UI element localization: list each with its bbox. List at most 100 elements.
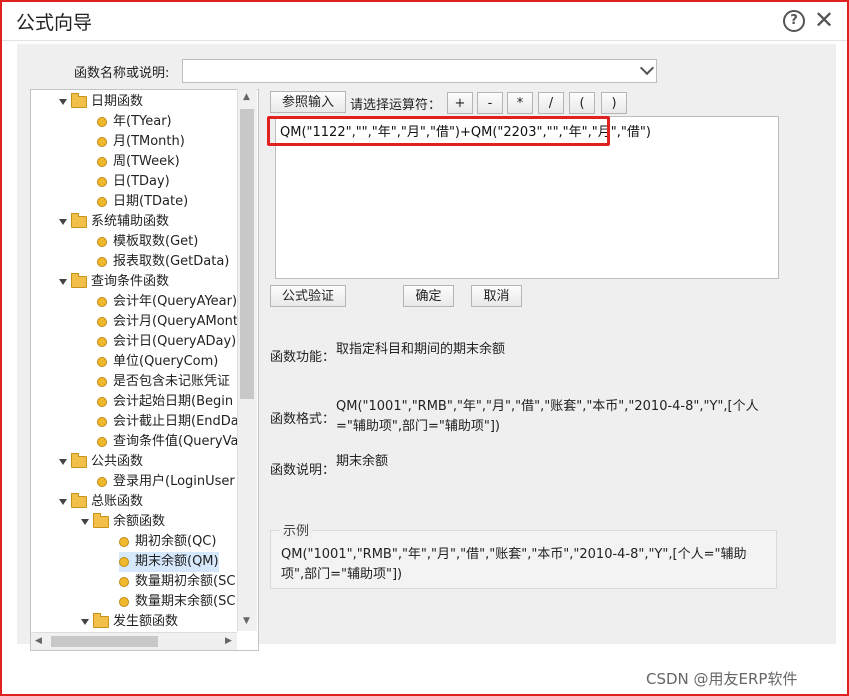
- function-dot-icon: [119, 536, 129, 547]
- tree-item[interactable]: 是否包含未记账凭证: [97, 372, 230, 392]
- function-dot-icon: [119, 596, 129, 607]
- tree-vertical-scrollbar[interactable]: ▲ ▼: [237, 89, 257, 631]
- tree-item-label: 公共函数: [91, 454, 144, 469]
- title-bar: 公式向导 ? ✕: [2, 2, 847, 41]
- example-title: 示例: [280, 520, 313, 539]
- tree-folder[interactable]: 余额函数: [81, 512, 165, 532]
- folder-icon: [71, 272, 87, 288]
- function-dot-icon: [97, 356, 107, 367]
- function-dot-icon: [97, 256, 107, 267]
- expand-triangle-icon[interactable]: [81, 518, 89, 525]
- expand-triangle-icon[interactable]: [59, 278, 67, 285]
- tree-item[interactable]: 数量期初余额(SC: [119, 572, 235, 592]
- expand-triangle-icon[interactable]: [59, 98, 67, 105]
- example-value: QM("1001","RMB","年","月","借","账套","本币","2…: [281, 547, 747, 582]
- tree-item-label: 日(TDay): [113, 174, 170, 189]
- tree-horizontal-scrollbar[interactable]: ◀ ▶: [31, 632, 237, 650]
- chevron-down-icon[interactable]: [639, 60, 655, 76]
- expand-triangle-icon[interactable]: [59, 218, 67, 225]
- help-icon[interactable]: ?: [783, 10, 805, 32]
- tree-item[interactable]: 报表取数(GetData): [97, 252, 229, 272]
- tree-item[interactable]: 查询条件值(QueryVa: [97, 432, 238, 452]
- tree-item-label: 总账函数: [91, 494, 144, 509]
- tree-item[interactable]: 会计起始日期(Begin: [97, 392, 233, 412]
- scroll-down-icon[interactable]: ▼: [243, 616, 250, 626]
- operator-multiply-button[interactable]: *: [507, 92, 533, 114]
- reference-input-button[interactable]: 参照输入: [270, 91, 346, 113]
- tree-item-label: 日期函数: [91, 94, 144, 109]
- cancel-button[interactable]: 取消: [471, 285, 522, 307]
- watermark: CSDN @用友ERP软件: [646, 670, 798, 688]
- close-icon[interactable]: ✕: [814, 6, 834, 34]
- function-purpose-label: 函数功能：: [270, 350, 336, 365]
- operator-plus-button[interactable]: +: [447, 92, 473, 114]
- validate-formula-button[interactable]: 公式验证: [270, 285, 346, 307]
- function-dot-icon: [119, 556, 129, 567]
- function-purpose-value: 取指定科目和期间的期末余额: [336, 342, 506, 357]
- tree-item-label: 期末余额(QM): [135, 554, 219, 569]
- folder-icon: [71, 92, 87, 108]
- tree-item-label: 查询条件函数: [91, 274, 170, 289]
- tree-item-label: 数量期初余额(SC: [135, 574, 236, 589]
- function-note-value: 期末余额: [336, 454, 389, 469]
- function-dot-icon: [97, 296, 107, 307]
- function-search-combo[interactable]: [182, 59, 657, 83]
- tree-folder[interactable]: 日期函数: [59, 92, 143, 112]
- tree-item[interactable]: 会计截止日期(EndDa: [97, 412, 239, 432]
- tree-folder[interactable]: 发生额函数: [81, 612, 178, 632]
- operator-minus-button[interactable]: -: [477, 92, 503, 114]
- function-dot-icon: [97, 156, 107, 167]
- function-dot-icon: [97, 336, 107, 347]
- function-dot-icon: [97, 316, 107, 327]
- tree-item[interactable]: 会计月(QueryAMont: [97, 312, 238, 332]
- tree-item[interactable]: 会计日(QueryADay): [97, 332, 236, 352]
- tree-item-selected[interactable]: 期末余额(QM): [119, 552, 219, 572]
- tree-item-label: 会计截止日期(EndDa: [113, 414, 239, 429]
- tree-folder[interactable]: 查询条件函数: [59, 272, 169, 292]
- tree-item-label: 系统辅助函数: [91, 214, 170, 229]
- tree-folder[interactable]: 公共函数: [59, 452, 143, 472]
- scroll-up-icon[interactable]: ▲: [243, 92, 250, 102]
- tree-vertical-scroll-thumb[interactable]: [240, 109, 254, 399]
- function-dot-icon: [97, 476, 107, 487]
- tree-item-label: 会计起始日期(Begin: [113, 394, 234, 409]
- tree-item[interactable]: 单位(QueryCom): [97, 352, 218, 372]
- expand-triangle-icon[interactable]: [59, 498, 67, 505]
- function-dot-icon: [97, 396, 107, 407]
- function-dot-icon: [97, 116, 107, 127]
- tree-item[interactable]: 会计年(QueryAYear): [97, 292, 237, 312]
- operator-divide-button[interactable]: /: [538, 92, 564, 114]
- tree-item[interactable]: 登录用户(LoginUser: [97, 472, 235, 492]
- expand-triangle-icon[interactable]: [81, 618, 89, 625]
- tree-item[interactable]: 年(TYear): [97, 112, 172, 132]
- tree-item-label: 查询条件值(QueryVa: [113, 434, 239, 449]
- scroll-left-icon[interactable]: ◀: [35, 636, 42, 646]
- tree-item[interactable]: 期初余额(QC): [119, 532, 216, 552]
- operator-label: 请选择运算符：: [350, 98, 442, 113]
- tree-horizontal-scroll-thumb[interactable]: [51, 636, 158, 647]
- folder-icon: [93, 612, 109, 628]
- tree-item[interactable]: 周(TWeek): [97, 152, 180, 172]
- operator-close-paren-button[interactable]: ): [601, 92, 627, 114]
- tree-item[interactable]: 月(TMonth): [97, 132, 185, 152]
- function-dot-icon: [97, 236, 107, 247]
- operator-open-paren-button[interactable]: (: [569, 92, 595, 114]
- tree-item-label: 是否包含未记账凭证: [113, 374, 231, 389]
- tree-item[interactable]: 日(TDay): [97, 172, 170, 192]
- function-dot-icon: [97, 196, 107, 207]
- scroll-right-icon[interactable]: ▶: [225, 636, 232, 646]
- expand-triangle-icon[interactable]: [59, 458, 67, 465]
- tree-item[interactable]: 日期(TDate): [97, 192, 188, 212]
- tree-item[interactable]: 模板取数(Get): [97, 232, 198, 252]
- function-format-value: QM("1001","RMB","年","月","借","账套","本币","2…: [336, 399, 759, 434]
- ok-button[interactable]: 确定: [403, 285, 454, 307]
- tree-folder[interactable]: 系统辅助函数: [59, 212, 169, 232]
- function-format-label: 函数格式：: [270, 412, 336, 427]
- tree-folder[interactable]: 总账函数: [59, 492, 143, 512]
- tree-item-label: 会计年(QueryAYear): [113, 294, 238, 309]
- tree-item-label: 期初余额(QC): [135, 534, 217, 549]
- tree-item-label: 月(TMonth): [113, 134, 185, 149]
- function-tree[interactable]: 日期函数年(TYear) 月(TMonth) 周(TWeek) 日(TDay) 日期(T…: [30, 89, 259, 651]
- tree-item-label: 报表取数(GetData): [113, 254, 230, 269]
- tree-item[interactable]: 数量期末余额(SC: [119, 592, 235, 612]
